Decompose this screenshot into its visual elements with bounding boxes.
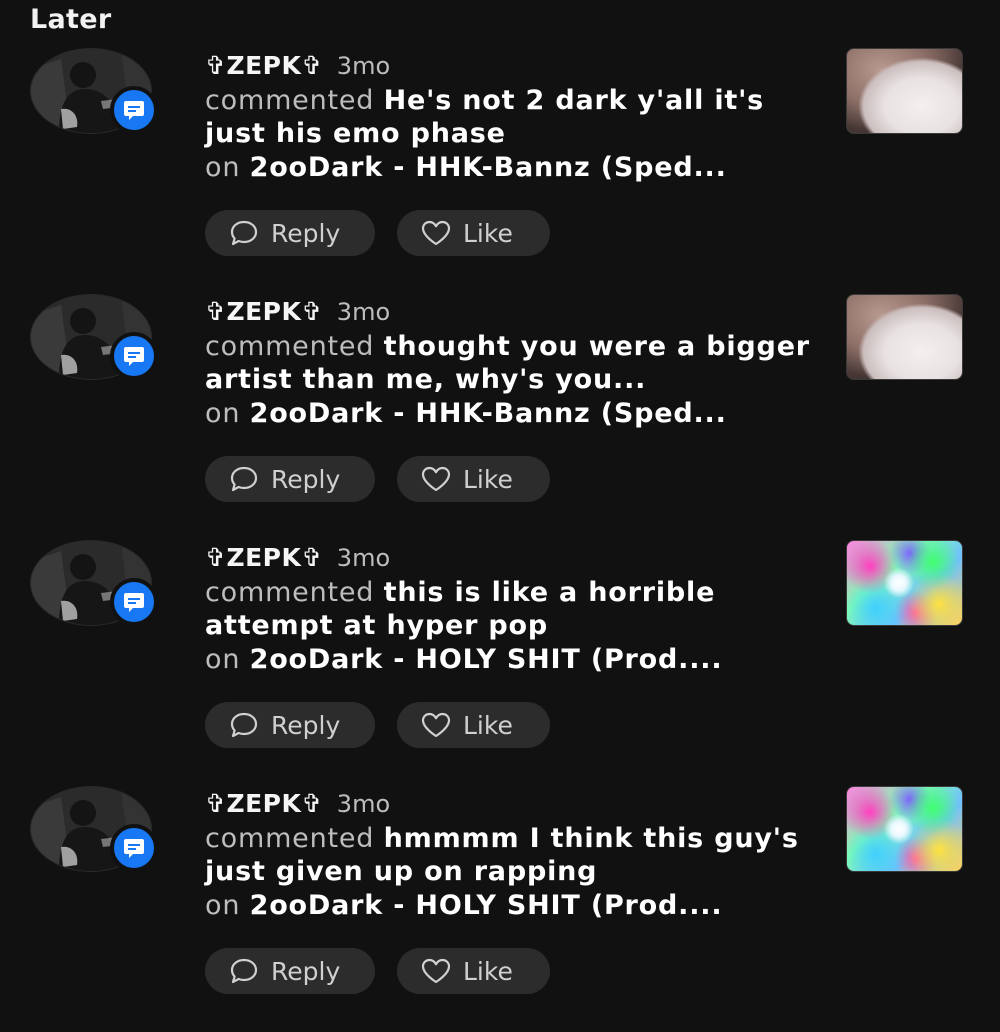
notification-content: ✞ZEPK✞ 3mo commented this is like a horri… — [205, 540, 825, 678]
section-title: Later — [30, 4, 112, 35]
speech-bubble-icon — [227, 218, 261, 248]
track-line: on 2ooDark - HOLY SHIT (Prod.... — [205, 642, 825, 678]
notification-content: ✞ZEPK✞ 3mo commented hmmmm I think this g… — [205, 786, 825, 924]
comment-badge-icon — [110, 824, 158, 872]
on-word: on — [205, 152, 241, 183]
on-word: on — [205, 890, 241, 921]
heart-icon — [419, 956, 453, 986]
track-line: on 2ooDark - HHK-Bannz (Sped... — [205, 396, 825, 432]
timestamp: 3mo — [336, 790, 391, 818]
heart-icon — [419, 218, 453, 248]
like-button[interactable]: Like — [397, 210, 550, 256]
notification-actions: Reply Like — [205, 948, 550, 994]
comment-verb: commented — [205, 823, 375, 854]
notification-content: ✞ZEPK✞ 3mo commented thought you were a b… — [205, 294, 825, 432]
speech-bubble-icon — [227, 956, 261, 986]
comment-verb: commented — [205, 85, 375, 116]
track-thumbnail[interactable] — [846, 540, 963, 626]
avatar[interactable] — [30, 786, 158, 911]
timestamp: 3mo — [336, 544, 391, 572]
like-button[interactable]: Like — [397, 702, 550, 748]
timestamp: 3mo — [336, 298, 391, 326]
username[interactable]: ✞ZEPK✞ — [205, 51, 323, 80]
comment-badge-icon — [110, 332, 158, 380]
notification-item[interactable]: ✞ZEPK✞ 3mo commented this is like a horri… — [0, 540, 1000, 786]
notification-actions: Reply Like — [205, 702, 550, 748]
like-label: Like — [463, 218, 513, 248]
notification-item[interactable]: ✞ZEPK✞ 3mo commented He's not 2 dark y'al… — [0, 48, 1000, 294]
reply-button[interactable]: Reply — [205, 948, 375, 994]
like-button[interactable]: Like — [397, 948, 550, 994]
track-thumbnail[interactable] — [846, 786, 963, 872]
on-word: on — [205, 644, 241, 675]
heart-icon — [419, 464, 453, 494]
timestamp: 3mo — [336, 52, 391, 80]
track-line: on 2ooDark - HOLY SHIT (Prod.... — [205, 888, 825, 924]
reply-button[interactable]: Reply — [205, 456, 375, 502]
username[interactable]: ✞ZEPK✞ — [205, 789, 323, 818]
reply-label: Reply — [271, 956, 341, 986]
comment-text: commented this is like a horrible attemp… — [205, 576, 825, 642]
speech-bubble-icon — [227, 710, 261, 740]
reply-label: Reply — [271, 710, 341, 740]
notification-content: ✞ZEPK✞ 3mo commented He's not 2 dark y'al… — [205, 48, 825, 186]
like-label: Like — [463, 710, 513, 740]
reply-label: Reply — [271, 464, 341, 494]
like-button[interactable]: Like — [397, 456, 550, 502]
track-thumbnail[interactable] — [846, 48, 963, 134]
comment-text: commented He's not 2 dark y'all it's jus… — [205, 84, 825, 150]
track-line: on 2ooDark - HHK-Bannz (Sped... — [205, 150, 825, 186]
like-label: Like — [463, 956, 513, 986]
comment-badge-icon — [110, 86, 158, 134]
username[interactable]: ✞ZEPK✞ — [205, 297, 323, 326]
track-thumbnail[interactable] — [846, 294, 963, 380]
comment-text: commented thought you were a bigger arti… — [205, 330, 825, 396]
reply-button[interactable]: Reply — [205, 210, 375, 256]
avatar[interactable] — [30, 48, 158, 173]
username[interactable]: ✞ZEPK✞ — [205, 543, 323, 572]
notification-actions: Reply Like — [205, 210, 550, 256]
on-word: on — [205, 398, 241, 429]
comment-verb: commented — [205, 331, 375, 362]
comment-badge-icon — [110, 578, 158, 626]
track-title[interactable]: 2ooDark - HOLY SHIT (Prod.... — [250, 890, 723, 921]
track-title[interactable]: 2ooDark - HOLY SHIT (Prod.... — [250, 644, 723, 675]
notification-item[interactable]: ✞ZEPK✞ 3mo commented hmmmm I think this g… — [0, 786, 1000, 1032]
like-label: Like — [463, 464, 513, 494]
track-title[interactable]: 2ooDark - HHK-Bannz (Sped... — [250, 152, 727, 183]
notification-actions: Reply Like — [205, 456, 550, 502]
comment-verb: commented — [205, 577, 375, 608]
heart-icon — [419, 710, 453, 740]
speech-bubble-icon — [227, 464, 261, 494]
avatar[interactable] — [30, 294, 158, 419]
comment-text: commented hmmmm I think this guy's just … — [205, 822, 825, 888]
reply-button[interactable]: Reply — [205, 702, 375, 748]
reply-label: Reply — [271, 218, 341, 248]
avatar[interactable] — [30, 540, 158, 665]
track-title[interactable]: 2ooDark - HHK-Bannz (Sped... — [250, 398, 727, 429]
notification-item[interactable]: ✞ZEPK✞ 3mo commented thought you were a b… — [0, 294, 1000, 540]
